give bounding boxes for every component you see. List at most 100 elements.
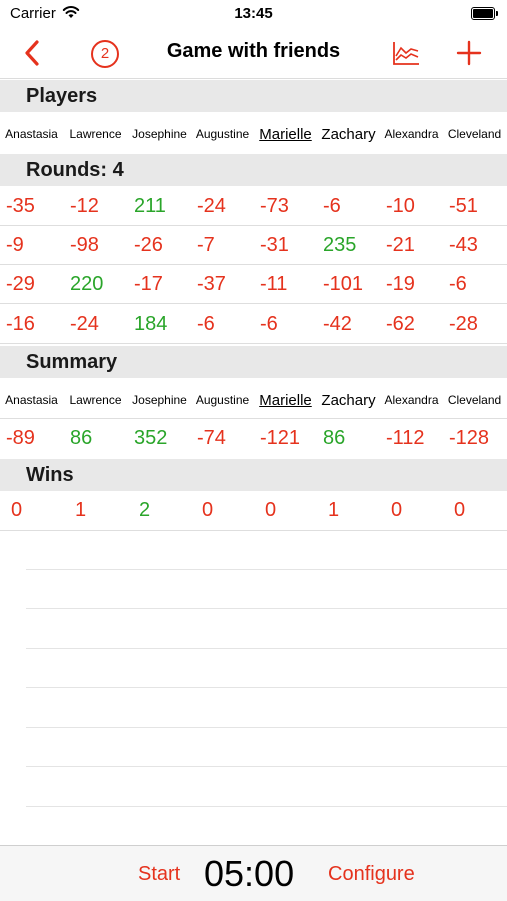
wins-count: 0: [391, 498, 403, 521]
empty-row-divider: [26, 766, 507, 767]
battery-icon: [471, 7, 498, 20]
round-score[interactable]: 220: [64, 265, 127, 303]
round-score[interactable]: 235: [317, 226, 380, 264]
wins-count: 0: [202, 498, 214, 521]
round-score[interactable]: -7: [191, 226, 254, 264]
chevron-left-icon[interactable]: [20, 38, 44, 68]
page-title: Game with friends: [166, 40, 341, 62]
section-title: Wins: [26, 464, 74, 486]
player-name: Zachary: [321, 391, 376, 409]
section-title: Players: [26, 85, 98, 107]
round-score[interactable]: -51: [443, 187, 506, 225]
wins-count: 0: [11, 498, 23, 521]
player-name[interactable]: Cleveland: [443, 116, 506, 152]
start-button[interactable]: Start: [138, 863, 180, 886]
wins-count: 2: [139, 498, 151, 521]
empty-row-divider: [26, 806, 507, 807]
wins-count: 1: [328, 498, 340, 521]
wins-row: 0 1 2 0 0 1 0 0: [0, 491, 507, 529]
round-score[interactable]: -42: [317, 305, 380, 343]
player-name-selected: Marielle: [259, 391, 312, 409]
round-score[interactable]: -43: [443, 226, 506, 264]
empty-row-divider: [26, 608, 507, 609]
summary-row: -89 86 352 -74 -121 86 -112 -128: [0, 419, 507, 457]
round-score[interactable]: -73: [254, 187, 317, 225]
summary-score: -112: [386, 426, 425, 449]
configure-button[interactable]: Configure: [328, 863, 415, 886]
wins-count: 1: [75, 498, 87, 521]
player-name: Lawrence: [69, 393, 122, 407]
summary-score: -74: [197, 426, 226, 449]
round-score[interactable]: -101: [317, 265, 380, 303]
player-name: Alexandra: [384, 393, 439, 407]
round-score[interactable]: -9: [0, 226, 63, 264]
game-count-badge[interactable]: 2: [91, 40, 119, 68]
player-name[interactable]: Augustine: [191, 116, 254, 152]
round-score[interactable]: -6: [317, 187, 380, 225]
player-name: Anastasia: [5, 393, 58, 407]
round-score[interactable]: -11: [254, 265, 317, 303]
round-score[interactable]: -29: [0, 265, 63, 303]
player-name: Cleveland: [447, 393, 502, 407]
round-score[interactable]: -17: [128, 265, 191, 303]
wins-count: 0: [265, 498, 277, 521]
player-name[interactable]: Lawrence: [64, 116, 127, 152]
player-name[interactable]: Alexandra: [380, 116, 443, 152]
section-header-wins: Wins: [0, 459, 507, 491]
round-row[interactable]: -29 220 -17 -37 -11 -101 -19 -6: [0, 265, 507, 303]
section-title: Rounds: 4: [26, 159, 124, 181]
divider: [0, 343, 507, 344]
plus-icon[interactable]: [456, 40, 482, 66]
round-score[interactable]: 211: [128, 187, 191, 225]
section-header-summary: Summary: [0, 346, 507, 378]
round-score[interactable]: -24: [191, 187, 254, 225]
round-score[interactable]: -37: [191, 265, 254, 303]
summary-score: -128: [449, 426, 490, 449]
empty-row-divider: [26, 648, 507, 649]
player-name[interactable]: Anastasia: [0, 116, 63, 152]
divider: [0, 530, 507, 531]
round-score[interactable]: -28: [443, 305, 506, 343]
round-score[interactable]: -26: [128, 226, 191, 264]
round-score[interactable]: -10: [380, 187, 443, 225]
empty-row-divider: [26, 687, 507, 688]
round-score[interactable]: -12: [64, 187, 127, 225]
player-name[interactable]: Zachary: [317, 116, 380, 152]
summary-players-row: Anastasia Lawrence Josephine Augustine M…: [0, 382, 507, 418]
empty-row-divider: [26, 569, 507, 570]
section-header-players: Players: [0, 80, 507, 112]
round-score[interactable]: 184: [128, 305, 191, 343]
round-score[interactable]: -35: [0, 187, 63, 225]
round-row[interactable]: -9 -98 -26 -7 -31 235 -21 -43: [0, 226, 507, 264]
round-row[interactable]: -35 -12 211 -24 -73 -6 -10 -51: [0, 187, 507, 225]
round-score[interactable]: -6: [254, 305, 317, 343]
round-score[interactable]: -98: [64, 226, 127, 264]
player-name: Augustine: [195, 393, 250, 407]
player-name[interactable]: Josephine: [128, 116, 191, 152]
players-row: Anastasia Lawrence Josephine Augustine M…: [0, 116, 507, 152]
line-chart-icon[interactable]: [392, 40, 420, 66]
section-title: Summary: [26, 351, 118, 373]
section-header-rounds: Rounds: 4: [0, 154, 507, 186]
round-score[interactable]: -6: [443, 265, 506, 303]
bottom-toolbar: Start 05:00 Configure: [0, 845, 507, 901]
round-score[interactable]: -19: [380, 265, 443, 303]
empty-row-divider: [26, 727, 507, 728]
summary-score: 86: [70, 426, 93, 449]
round-score[interactable]: -31: [254, 226, 317, 264]
status-bar: Carrier 13:45: [0, 0, 507, 28]
status-time: 13:45: [234, 5, 273, 22]
round-score[interactable]: -21: [380, 226, 443, 264]
round-score[interactable]: -24: [64, 305, 127, 343]
player-name: Josephine: [132, 393, 187, 407]
round-row[interactable]: -16 -24 184 -6 -6 -42 -62 -28: [0, 305, 507, 343]
timer-display: 05:00: [204, 853, 295, 894]
player-name-selected[interactable]: Marielle: [254, 116, 317, 152]
summary-score: -121: [260, 426, 301, 449]
navigation-bar: 2 Game with friends: [0, 28, 507, 79]
summary-score: 352: [134, 426, 168, 449]
round-score[interactable]: -6: [191, 305, 254, 343]
round-score[interactable]: -62: [380, 305, 443, 343]
wins-count: 0: [454, 498, 466, 521]
round-score[interactable]: -16: [0, 305, 63, 343]
